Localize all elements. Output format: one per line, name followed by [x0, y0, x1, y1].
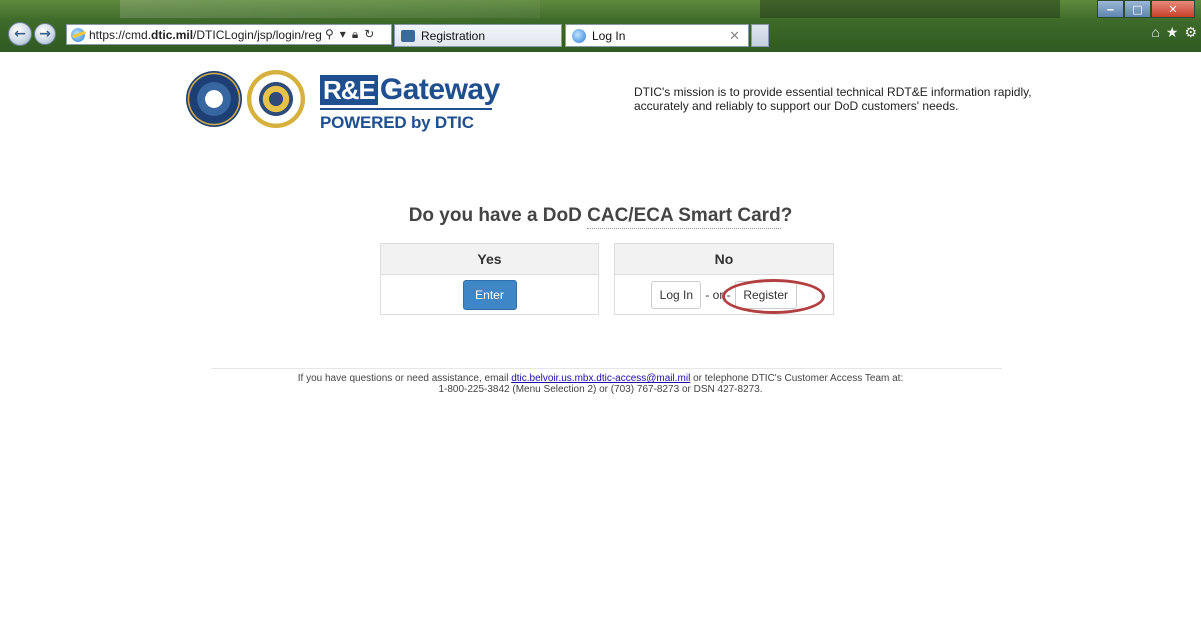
mission-statement: DTIC's mission is to provide essential t… [634, 85, 1032, 113]
page-title: Do you have a DoD CAC/ECA Smart Card? [0, 205, 1201, 229]
log-in-button[interactable]: Log In [651, 281, 702, 309]
maximize-icon[interactable]: □ [1124, 0, 1151, 18]
cac-term: CAC/ECA Smart Card [587, 205, 781, 229]
browser-toolbar-right: ⌂ ★ ⚙ [1151, 24, 1197, 41]
footer-line-2: 1-800-225-3842 (Menu Selection 2) or (70… [438, 384, 763, 395]
forward-arrow-icon[interactable]: → [34, 23, 56, 45]
enter-button[interactable]: Enter [462, 280, 517, 310]
no-panel: No Log In - or - Register [614, 243, 834, 315]
logo-re-text: R&E [320, 75, 378, 105]
address-bar[interactable]: https://cmd.dtic.mil/DTICLogin/jsp/login… [66, 24, 392, 45]
dtic-seal-logo [247, 70, 305, 128]
search-icon[interactable]: ⚲ [325, 27, 334, 42]
logo-gateway-text: Gateway [379, 73, 500, 106]
or-separator: - or - [705, 288, 731, 302]
new-tab-button[interactable] [751, 24, 769, 47]
yes-panel-title: Yes [381, 244, 598, 275]
browser-chrome: ‒ □ ✕ ← → https://cmd.dtic.mil/DTICLogin… [0, 0, 1201, 52]
star-icon[interactable]: ★ [1166, 24, 1179, 41]
page-content: R&E Gateway POWERED by DTIC DTIC's missi… [0, 52, 1201, 630]
home-icon[interactable]: ⌂ [1151, 24, 1159, 41]
site-favicon-icon [401, 29, 415, 42]
minimize-icon[interactable]: ‒ [1097, 0, 1124, 18]
lock-icon[interactable]: 🔒︎ [352, 27, 358, 42]
dod-seal-logo [186, 71, 242, 127]
yes-panel: Yes Enter [380, 243, 599, 315]
re-gateway-logo: R&E Gateway POWERED by DTIC [320, 73, 500, 133]
footer-line-1: If you have questions or need assistance… [297, 373, 904, 384]
tab-close-icon[interactable]: ✕ [729, 28, 740, 44]
footer-divider [211, 368, 1002, 369]
refresh-icon[interactable]: ↻ [364, 27, 374, 42]
tab-label: Log In [592, 28, 626, 43]
logo-subtitle: POWERED by DTIC [320, 113, 474, 132]
ie-icon [572, 28, 586, 43]
tab-log-in[interactable]: Log In ✕ [565, 24, 749, 47]
register-button[interactable]: Register [734, 281, 797, 309]
tab-registration[interactable]: Registration [394, 24, 562, 47]
window-controls: ‒ □ ✕ [1097, 0, 1195, 18]
support-email-link[interactable]: dtic.belvoir.us.mbx.dtic-access@mail.mil [511, 373, 690, 384]
footer-help: If you have questions or need assistance… [0, 373, 1201, 395]
titlebar-blur [120, 0, 540, 18]
address-tools: ⚲ ▾ 🔒︎ ↻ [325, 27, 374, 42]
ie-icon [71, 27, 85, 42]
no-panel-title: No [615, 244, 833, 275]
address-url[interactable]: https://cmd.dtic.mil/DTICLogin/jsp/login… [89, 28, 321, 42]
logo-divider [320, 108, 492, 110]
tab-label: Registration [421, 28, 486, 43]
dropdown-icon[interactable]: ▾ [340, 27, 346, 42]
gear-icon[interactable]: ⚙ [1184, 24, 1197, 41]
titlebar-blur [760, 0, 1060, 18]
back-arrow-icon[interactable]: ← [8, 22, 32, 46]
close-icon[interactable]: ✕ [1151, 0, 1195, 18]
